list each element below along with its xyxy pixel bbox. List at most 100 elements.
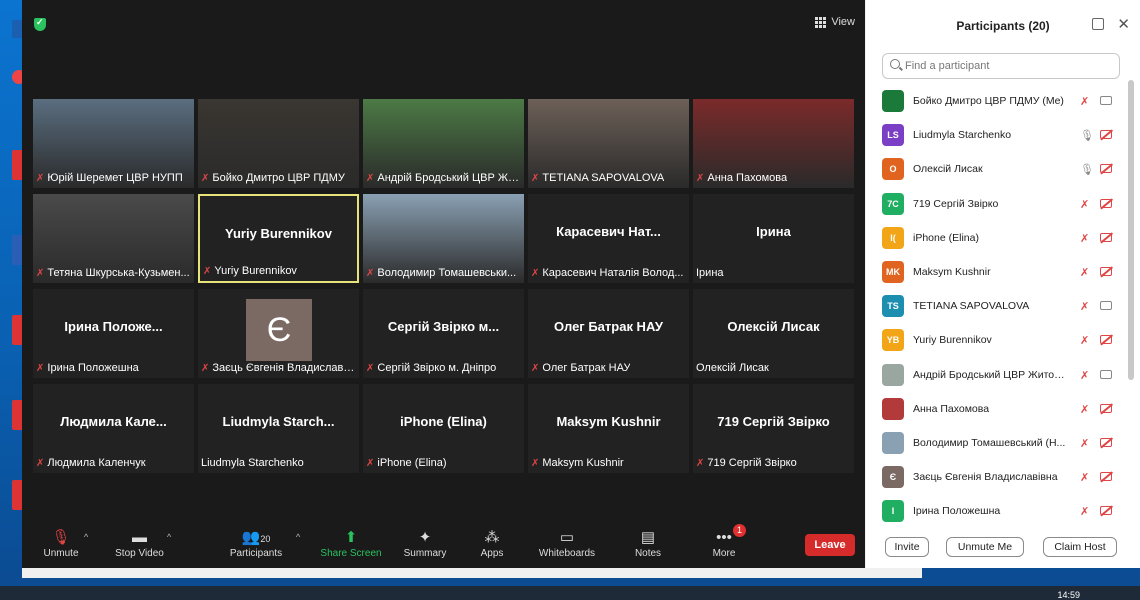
camera-off-icon[interactable] — [1100, 198, 1112, 208]
camera-off-icon[interactable] — [1100, 266, 1112, 276]
video-tile[interactable]: iPhone (Elina) ✗ iPhone (Elina) — [363, 384, 524, 473]
notes-label: Notes — [634, 548, 662, 559]
apps-icon: ⁂ — [484, 529, 500, 546]
video-tile[interactable]: ✗ Тетяна Шкурська-Кузьмен... — [33, 194, 194, 283]
security-shield-icon[interactable] — [34, 17, 46, 31]
unmute-me-button[interactable]: Unmute Me — [946, 537, 1024, 557]
video-tile[interactable]: ✗ Юрій Шеремет ЦВР НУПП — [33, 99, 194, 188]
video-tile[interactable]: Людмила Кале... ✗ Людмила Каленчук — [33, 384, 194, 473]
camera-off-icon[interactable] — [1100, 506, 1112, 516]
video-tile[interactable]: 719 Сергій Звірко ✗ 719 Сергій Звірко — [693, 384, 854, 473]
audio-options-chevron-icon[interactable]: ^ — [84, 532, 88, 542]
mic-muted-icon[interactable]: ✗ — [1080, 334, 1089, 347]
mic-muted-icon[interactable]: ✗ — [1080, 437, 1089, 450]
camera-off-icon[interactable] — [1100, 437, 1112, 447]
camera-off-icon[interactable] — [1100, 335, 1112, 345]
tile-label-text: Тетяна Шкурська-Кузьмен... — [47, 267, 190, 279]
mic-icon[interactable]: 🎙 — [1080, 129, 1094, 142]
participant-row[interactable]: MK Maksym Kushnir ✗ — [882, 255, 1130, 289]
more-button[interactable]: ••• 1 More — [708, 524, 746, 559]
participant-list-scrollbar[interactable] — [1128, 80, 1134, 380]
video-tile[interactable]: ✗ Андрій Бродський ЦВР Жи... — [363, 99, 524, 188]
mic-muted-icon[interactable]: ✗ — [1080, 198, 1089, 211]
camera-off-icon[interactable] — [1100, 164, 1112, 174]
notes-button[interactable]: ▤ Notes — [630, 528, 666, 559]
leave-button[interactable]: Leave — [805, 534, 855, 556]
video-tile[interactable]: Maksym Kushnir ✗ Maksym Kushnir — [528, 384, 689, 473]
stop-video-button[interactable]: ▬ Stop Video — [112, 528, 167, 559]
mic-icon[interactable]: 🎙 — [1080, 163, 1094, 176]
search-icon — [890, 59, 900, 69]
mic-muted-icon[interactable]: ✗ — [1080, 505, 1089, 518]
mic-muted-icon: 🎙 — [51, 529, 71, 546]
participant-row[interactable]: YB Yuriy Burennikov ✗ — [882, 323, 1130, 357]
participant-row[interactable]: О Олексій Лисак 🎙 — [882, 152, 1130, 186]
video-tile[interactable]: Олег Батрак НАУ ✗ Олег Батрак НАУ — [528, 289, 689, 378]
participants-button[interactable]: 👥20 Participants — [228, 528, 284, 559]
apps-button[interactable]: ⁂ Apps — [474, 528, 510, 559]
mic-muted-icon[interactable]: ✗ — [1080, 300, 1089, 313]
video-tile[interactable]: Сергій Звірко м... ✗ Сергій Звірко м. Дніп… — [363, 289, 524, 378]
camera-off-icon[interactable] — [1100, 403, 1112, 413]
whiteboards-button[interactable]: ▭ Whiteboards — [536, 528, 598, 559]
video-tile[interactable]: ✗ Бойко Дмитро ЦВР ПДМУ — [198, 99, 359, 188]
mic-muted-icon[interactable]: ✗ — [1080, 266, 1089, 279]
tile-display-name: 719 Сергій Звірко — [717, 414, 830, 429]
mic-muted-icon[interactable]: ✗ — [1080, 471, 1089, 484]
participant-row[interactable]: Анна Пахомова ✗ — [882, 392, 1130, 426]
video-tile[interactable]: Liudmyla Starch... Liudmyla Starchenko — [198, 384, 359, 473]
tile-name-label: ✗ Анна Пахомова — [696, 171, 851, 185]
summary-button[interactable]: ✦ Summary — [402, 528, 448, 559]
participant-row[interactable]: Володимир Томашевський (Н... ✗ — [882, 426, 1130, 460]
share-screen-label: Share Screen — [320, 548, 382, 559]
tile-name-label: Олексій Лисак — [696, 361, 851, 375]
participant-row[interactable]: 7С 719 Сергій Звірко ✗ — [882, 187, 1130, 221]
search-input[interactable] — [905, 58, 1115, 74]
tile-name-label: Ірина — [696, 266, 851, 280]
video-tile[interactable]: ✗ Анна Пахомова — [693, 99, 854, 188]
participant-row[interactable]: І Ірина Положешна ✗ — [882, 494, 1130, 528]
participant-name: 719 Сергій Звірко — [913, 197, 999, 210]
video-tile[interactable]: Олексій Лисак Олексій Лисак — [693, 289, 854, 378]
close-icon[interactable]: ✕ — [1117, 15, 1130, 33]
view-button[interactable]: View — [815, 16, 855, 28]
video-tile[interactable]: ✗ Володимир Томашевськи... — [363, 194, 524, 283]
participant-search[interactable] — [882, 53, 1120, 79]
mic-muted-icon: ✗ — [203, 265, 212, 277]
camera-icon[interactable] — [1100, 96, 1112, 105]
camera-off-icon[interactable] — [1100, 130, 1112, 140]
participant-name: TETIANA SAPOVALOVA — [913, 300, 1030, 313]
tile-label-text: Людмила Каленчук — [47, 457, 146, 469]
video-tile[interactable]: Ірина Ірина — [693, 194, 854, 283]
participant-row[interactable]: Є Заєць Євгенія Владиславівна ✗ — [882, 460, 1130, 494]
tile-name-label: ✗ Карасевич Наталія Волод... — [531, 266, 686, 280]
tile-label-text: Ірина — [696, 267, 724, 279]
share-screen-button[interactable]: ⬆ Share Screen — [320, 528, 382, 559]
claim-host-button[interactable]: Claim Host — [1043, 537, 1117, 557]
video-tile[interactable]: Yuriy Burennikov ✗ Yuriy Burennikov — [198, 194, 359, 283]
participant-row[interactable]: TS TETIANA SAPOVALOVA ✗ — [882, 289, 1130, 323]
participant-row[interactable]: I(iPhone (Elina) ✗ — [882, 221, 1130, 255]
camera-icon[interactable] — [1100, 301, 1112, 311]
unmute-button[interactable]: 🎙 Unmute — [40, 528, 82, 559]
participant-row[interactable]: Андрій Бродський ЦВР Житом... ✗ — [882, 358, 1130, 392]
mic-muted-icon[interactable]: ✗ — [1080, 95, 1089, 108]
video-tile[interactable]: Є ✗ Заєць Євгенія Владиславів... — [198, 289, 359, 378]
participants-options-chevron-icon[interactable]: ^ — [296, 532, 300, 542]
video-tile[interactable]: Карасевич Нат... ✗ Карасевич Наталія Волод… — [528, 194, 689, 283]
video-tile[interactable]: Ірина Положе... ✗ Ірина Положешна — [33, 289, 194, 378]
camera-off-icon[interactable] — [1100, 472, 1112, 482]
pop-out-icon[interactable] — [1092, 18, 1104, 30]
camera-off-icon[interactable] — [1100, 232, 1112, 242]
video-tile[interactable]: ✗ TETIANA SAPOVALOVA — [528, 99, 689, 188]
mic-muted-icon[interactable]: ✗ — [1080, 403, 1089, 416]
video-options-chevron-icon[interactable]: ^ — [167, 532, 171, 542]
participants-panel: Participants (20) ✕ Бойко Дмитро ЦВР ПДМ… — [866, 0, 1140, 568]
mic-muted-icon[interactable]: ✗ — [1080, 232, 1089, 245]
mic-muted-icon[interactable]: ✗ — [1080, 369, 1089, 382]
mic-muted-icon: ✗ — [366, 267, 375, 279]
participant-row[interactable]: Бойко Дмитро ЦВР ПДМУ (Me) ✗ — [882, 84, 1130, 118]
camera-icon[interactable] — [1100, 369, 1112, 379]
participant-row[interactable]: LS Liudmyla Starchenko 🎙 — [882, 118, 1130, 152]
invite-button[interactable]: Invite — [885, 537, 929, 557]
